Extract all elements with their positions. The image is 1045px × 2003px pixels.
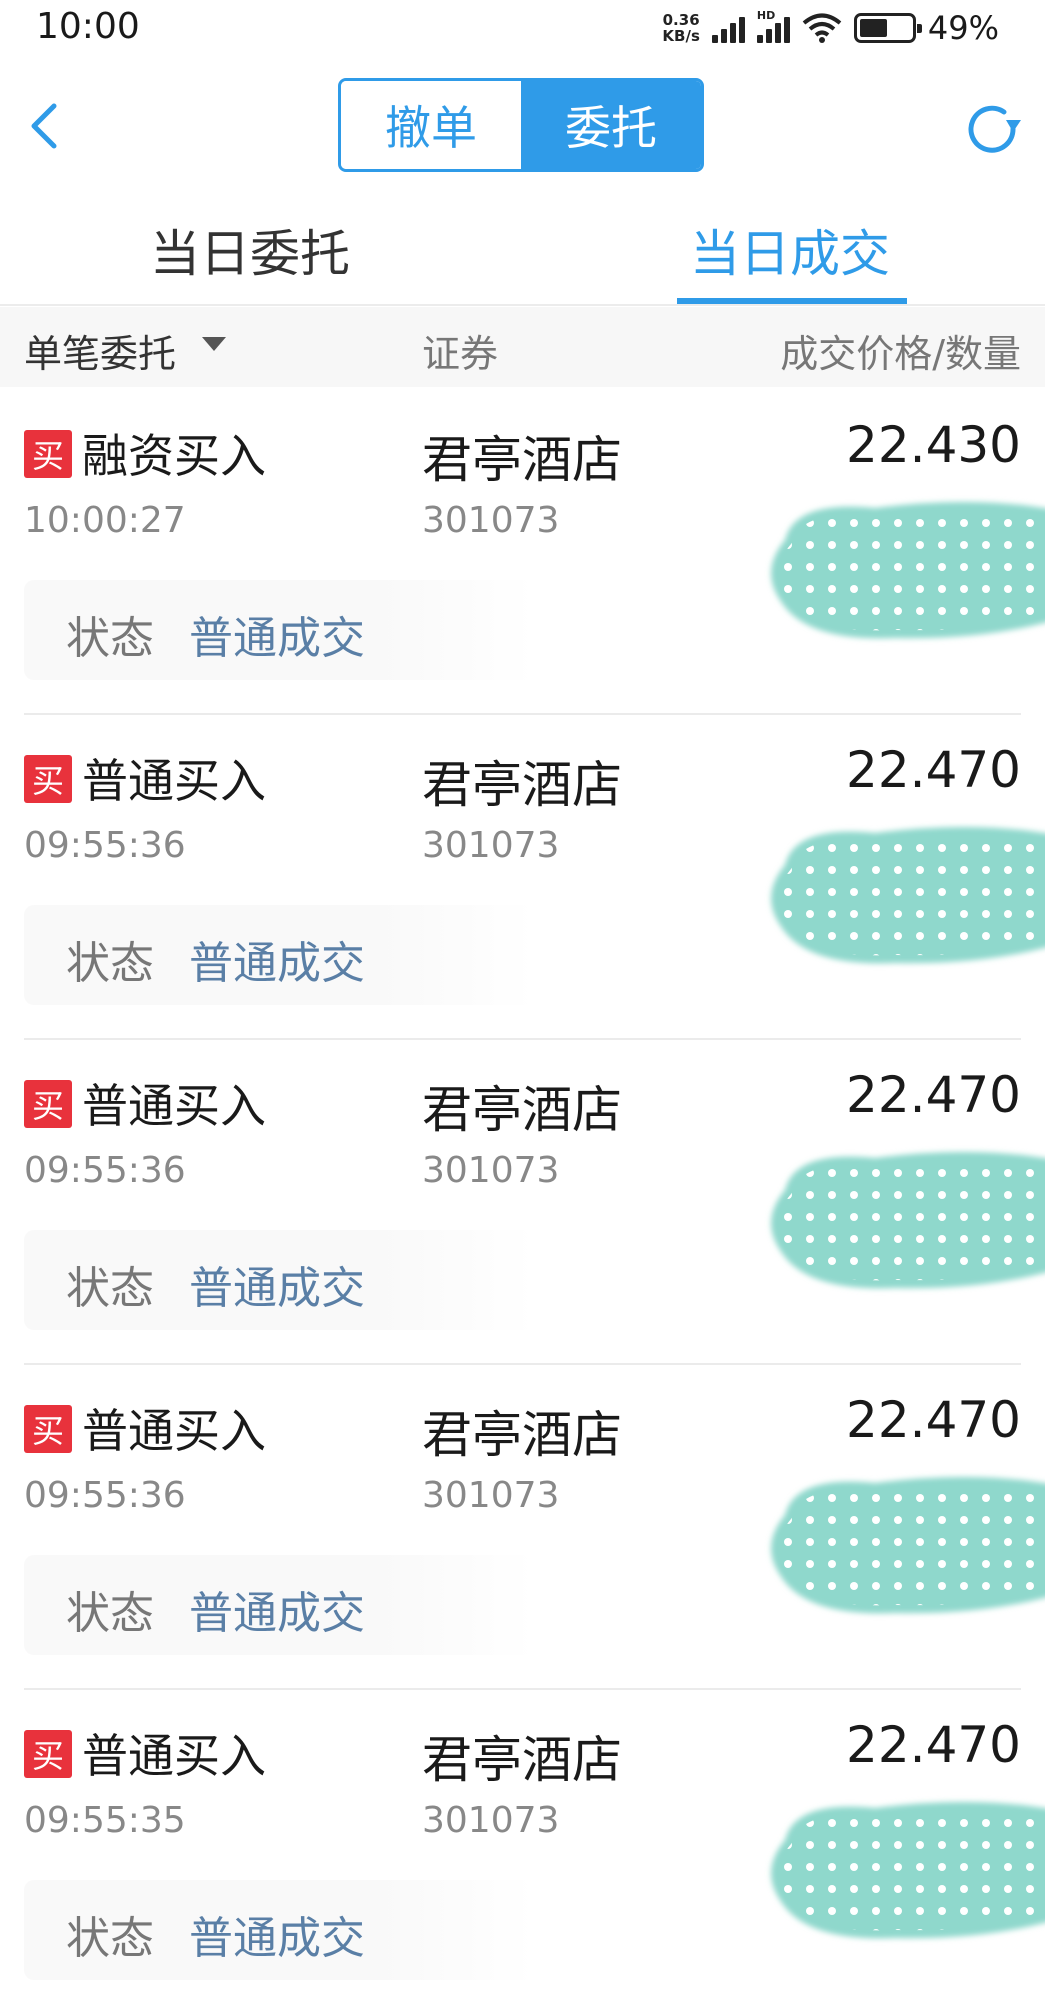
status-bar: 10:00 0.36 KB/s HD 49% [0, 0, 1045, 56]
security-name: 君亭酒店 [422, 1081, 622, 1139]
status-label: 状态 [66, 1913, 154, 1964]
segment-control: 撤单 委托 [338, 78, 704, 172]
order-type: 普通买入 [82, 1404, 266, 1458]
security-code: 301073 [422, 825, 560, 866]
status-box: 状态 普通成交 [24, 1880, 534, 1980]
security-code: 301073 [422, 1800, 560, 1841]
nav-bar: 撤单 委托 [0, 60, 1045, 190]
redaction-blob [755, 1465, 1045, 1625]
status-label: 状态 [66, 1263, 154, 1314]
buy-badge: 买 [24, 755, 72, 803]
tab-bar: 当日委托 当日成交 [0, 200, 1045, 306]
back-icon[interactable] [18, 96, 78, 156]
refresh-icon[interactable] [959, 96, 1025, 162]
order-time: 09:55:35 [24, 1800, 186, 1841]
status-label: 状态 [66, 1588, 154, 1639]
status-box: 状态 普通成交 [24, 1555, 534, 1655]
segment-cancel[interactable]: 撤单 [341, 81, 521, 169]
order-time: 10:00:27 [24, 500, 186, 541]
redaction-blob [755, 815, 1045, 975]
tab-indicator [677, 298, 907, 304]
order-type: 融资买入 [82, 429, 266, 483]
security-name: 君亭酒店 [422, 431, 622, 489]
trade-price: 22.470 [846, 1066, 1021, 1124]
caret-down-icon[interactable] [202, 337, 226, 351]
list-item[interactable]: 买 普通买入 09:55:36 君亭酒店 301073 22.470 状态 普通… [0, 1040, 1045, 1365]
security-code: 301073 [422, 500, 560, 541]
header-order-filter[interactable]: 单笔委托 [24, 323, 176, 378]
battery-percent: 49% [927, 9, 999, 47]
status-value: 普通成交 [189, 613, 365, 664]
list-item[interactable]: 买 普通买入 09:55:36 君亭酒店 301073 22.470 状态 普通… [0, 1365, 1045, 1690]
list-item[interactable]: 买 普通买入 09:55:35 君亭酒店 301073 22.470 状态 普通… [0, 1690, 1045, 2003]
trade-price: 22.470 [846, 741, 1021, 799]
order-time: 09:55:36 [24, 1475, 186, 1516]
status-icons: 0.36 KB/s HD 49% [662, 8, 999, 48]
clock: 10:00 [36, 6, 140, 47]
redaction-blob [755, 1140, 1045, 1300]
buy-badge: 买 [24, 1080, 72, 1128]
trade-price: 22.470 [846, 1716, 1021, 1774]
redaction-blob [755, 1790, 1045, 1950]
signal-icon [711, 13, 745, 43]
security-code: 301073 [422, 1150, 560, 1191]
order-time: 09:55:36 [24, 1150, 186, 1191]
trade-list: 买 融资买入 10:00:27 君亭酒店 301073 22.430 状态 普通… [0, 390, 1045, 2003]
segment-order[interactable]: 委托 [521, 81, 701, 169]
buy-badge: 买 [24, 1730, 72, 1778]
list-item[interactable]: 买 普通买入 09:55:36 君亭酒店 301073 22.470 状态 普通… [0, 715, 1045, 1040]
header-security: 证券 [422, 332, 499, 376]
redaction-blob [755, 490, 1045, 650]
signal-hd-icon: HD [756, 9, 790, 43]
order-type: 普通买入 [82, 1079, 266, 1133]
status-value: 普通成交 [189, 1263, 365, 1314]
order-type: 普通买入 [82, 754, 266, 808]
tab-today-trades[interactable]: 当日成交 [690, 214, 890, 286]
security-code: 301073 [422, 1475, 560, 1516]
wifi-icon [802, 13, 842, 43]
battery-icon [853, 13, 922, 43]
status-box: 状态 普通成交 [24, 580, 534, 680]
order-time: 09:55:36 [24, 825, 186, 866]
header-price-qty: 成交价格/数量 [780, 332, 1021, 376]
order-type: 普通买入 [82, 1729, 266, 1783]
status-label: 状态 [66, 938, 154, 989]
status-box: 状态 普通成交 [24, 1230, 534, 1330]
security-name: 君亭酒店 [422, 1406, 622, 1464]
status-value: 普通成交 [189, 938, 365, 989]
list-header: 单笔委托 证券 成交价格/数量 [0, 307, 1045, 387]
status-value: 普通成交 [189, 1913, 365, 1964]
security-name: 君亭酒店 [422, 756, 622, 814]
trade-price: 22.470 [846, 1391, 1021, 1449]
list-item[interactable]: 买 融资买入 10:00:27 君亭酒店 301073 22.430 状态 普通… [0, 390, 1045, 715]
security-name: 君亭酒店 [422, 1731, 622, 1789]
tab-today-orders[interactable]: 当日委托 [150, 214, 350, 286]
buy-badge: 买 [24, 1405, 72, 1453]
status-box: 状态 普通成交 [24, 905, 534, 1005]
status-label: 状态 [66, 613, 154, 664]
status-value: 普通成交 [189, 1588, 365, 1639]
trade-price: 22.430 [846, 416, 1021, 474]
buy-badge: 买 [24, 430, 72, 478]
network-speed: 0.36 KB/s [662, 11, 700, 45]
